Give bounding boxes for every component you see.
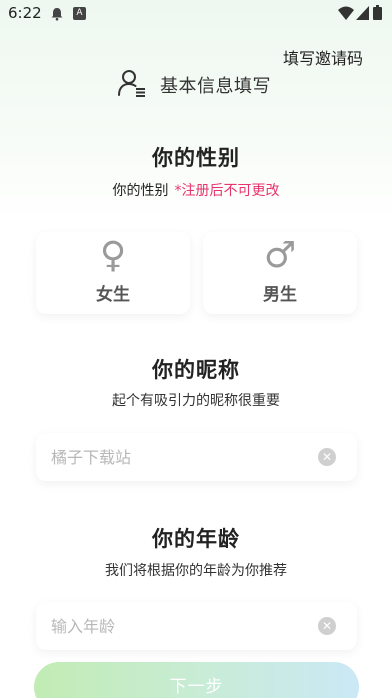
wifi-icon xyxy=(338,6,354,20)
battery-icon xyxy=(373,5,382,20)
nickname-input[interactable] xyxy=(51,433,311,481)
gender-subtitle-text: 你的性别 xyxy=(112,183,169,199)
clear-nickname-icon[interactable]: ✕ xyxy=(318,448,336,466)
male-icon: ♂ xyxy=(263,235,297,276)
clear-age-icon[interactable]: ✕ xyxy=(318,617,336,635)
nickname-subtitle: 起个有吸引力的昵称很重要 xyxy=(112,393,280,409)
gender-subtitle: 你的性别 *注册后不可更改 xyxy=(0,180,392,200)
gender-option-label: 男生 xyxy=(263,285,297,305)
gender-option-label: 女生 xyxy=(96,285,130,305)
gender-note: *注册后不可更改 xyxy=(174,183,280,199)
female-icon: ♀ xyxy=(99,235,127,276)
status-bar: 6:22 A xyxy=(0,0,392,28)
age-input[interactable] xyxy=(51,602,311,650)
user-profile-icon xyxy=(118,70,145,97)
age-subtitle: 我们将根据你的年龄为你推荐 xyxy=(105,563,287,579)
nickname-title: 你的昵称 xyxy=(152,358,240,382)
gender-option-female[interactable]: ♀ 女生 xyxy=(36,232,190,314)
invite-code-link[interactable]: 填写邀请码 xyxy=(283,45,363,69)
signal-icon xyxy=(356,6,369,20)
age-field: ✕ xyxy=(36,602,357,650)
status-time: 6:22 xyxy=(8,4,42,22)
nickname-field: ✕ xyxy=(36,433,357,481)
page-title: 基本信息填写 xyxy=(160,76,271,97)
gender-title: 你的性别 xyxy=(152,146,240,170)
notification-bell-icon xyxy=(51,8,63,21)
next-button[interactable]: 下一步 xyxy=(34,662,359,698)
gender-option-male[interactable]: ♂ 男生 xyxy=(203,232,357,314)
status-a-badge-icon: A xyxy=(73,7,86,20)
age-title: 你的年龄 xyxy=(152,527,240,551)
